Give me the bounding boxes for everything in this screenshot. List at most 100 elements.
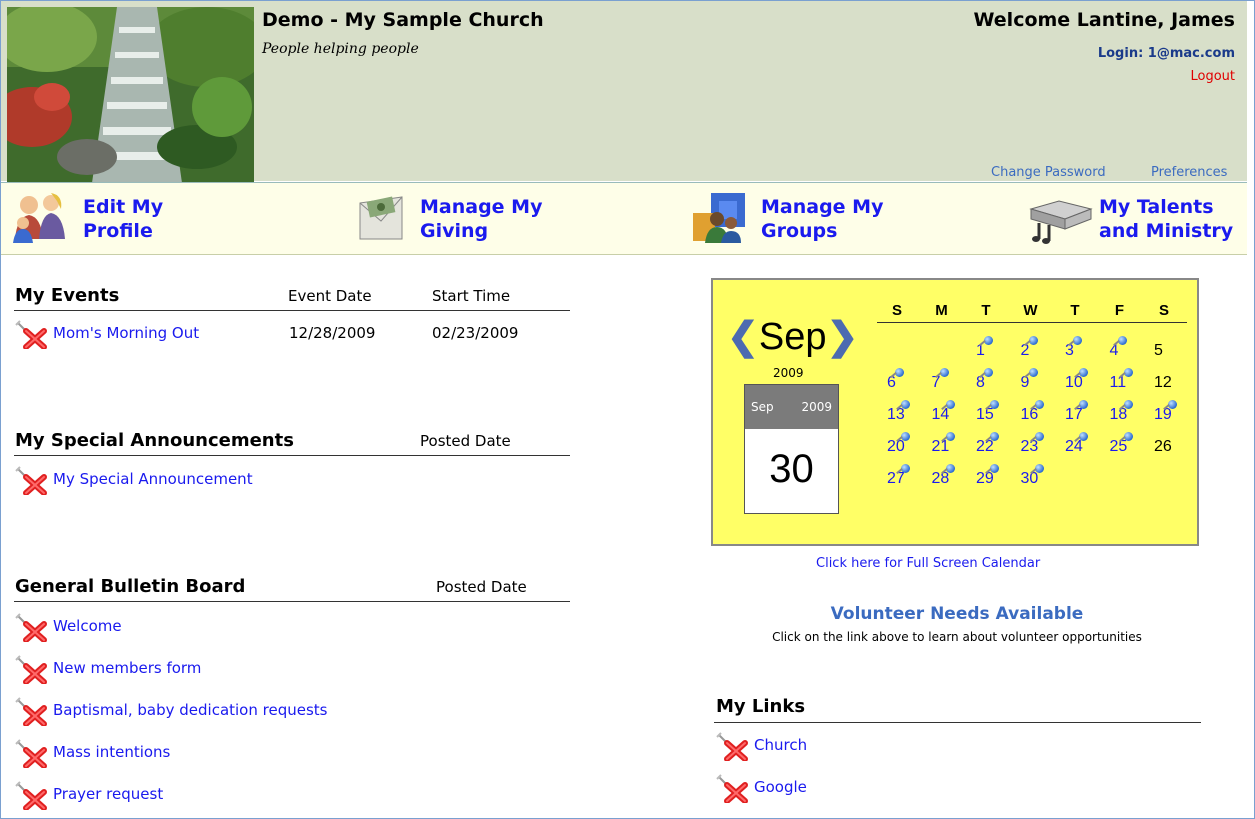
events-divider (14, 310, 570, 311)
list-item-link[interactable]: Google (754, 778, 807, 796)
event-pin-icon (984, 336, 993, 345)
day-of-week-header: W (1023, 302, 1038, 319)
start-time-header: Start Time (432, 287, 511, 305)
calendar-day-with-event[interactable]: 22 (970, 432, 1004, 458)
event-pin-icon (895, 368, 904, 377)
calendar-day[interactable]: 26 (1148, 434, 1182, 458)
money-envelope-icon (359, 196, 403, 240)
calendar-day-with-event[interactable]: 30 (1015, 464, 1049, 490)
nav-manage-groups[interactable]: Manage My Groups (691, 183, 911, 254)
nav-manage-giving-label: Manage My Giving (420, 196, 543, 242)
people-icon (13, 193, 65, 243)
nav-talents-ministry-label: My Talents and Ministry (1099, 196, 1234, 242)
calendar-day-with-event[interactable]: 4 (1104, 336, 1138, 362)
day-of-week-header: F (1114, 302, 1125, 319)
calendar-day-with-event[interactable]: 3 (1059, 336, 1093, 362)
tearoff-month: Sep (751, 400, 774, 414)
church-name: Demo - My Sample Church (262, 9, 544, 31)
calendar-day-with-event[interactable]: 27 (881, 464, 915, 490)
volunteer-needs-description: Click on the link above to learn about v… (772, 630, 1142, 644)
calendar-day-with-event[interactable]: 14 (926, 400, 960, 426)
list-item-link[interactable]: Prayer request (53, 785, 163, 803)
list-item-link[interactable]: Church (754, 736, 807, 754)
my-links-title: My Links (716, 696, 806, 717)
start-time-cell: 02/23/2009 (432, 324, 519, 342)
event-pin-icon (1028, 336, 1038, 345)
event-pin-icon (990, 400, 999, 409)
calendar-day-with-event[interactable]: 23 (1015, 432, 1049, 458)
event-pin-icon (1168, 400, 1177, 409)
calendar-day-with-event[interactable]: 24 (1059, 432, 1093, 458)
calendar-day-with-event[interactable]: 10 (1059, 368, 1093, 394)
event-pin-icon (1079, 368, 1088, 377)
event-pin-icon (1034, 400, 1044, 409)
calendar-day-number: 12 (1154, 374, 1172, 391)
list-item-link[interactable]: Baptismal, baby dedication requests (53, 701, 327, 719)
event-pin-icon (1117, 336, 1127, 345)
calendar-day-with-event[interactable]: 20 (881, 432, 915, 458)
delete-item-icon[interactable] (14, 654, 48, 685)
full-screen-calendar-link[interactable]: Click here for Full Screen Calendar (816, 556, 1040, 571)
delete-item-icon[interactable] (14, 612, 48, 643)
calendar-day-with-event[interactable]: 19 (1148, 400, 1182, 426)
logout-link[interactable]: Logout (1190, 69, 1235, 84)
calendar-day-with-event[interactable]: 11 (1104, 368, 1138, 394)
event-pin-icon (945, 400, 955, 409)
calendar-day-with-event[interactable]: 13 (881, 400, 915, 426)
nav-manage-giving[interactable]: Manage My Giving (356, 183, 576, 254)
nav-talents-ministry[interactable]: My Talents and Ministry (1029, 183, 1247, 254)
list-item-link[interactable]: My Special Announcement (53, 470, 253, 488)
volunteer-needs-link[interactable]: Volunteer Needs Available (716, 604, 1198, 624)
calendar-day-with-event[interactable]: 2 (1015, 336, 1049, 362)
nav-edit-profile-label: Edit My Profile (83, 196, 164, 242)
day-of-week-header: M (935, 302, 948, 319)
calendar-day[interactable]: 5 (1148, 338, 1182, 362)
next-month-arrow-icon[interactable]: ❯ (826, 316, 858, 358)
delete-item-icon[interactable] (14, 696, 48, 727)
event-pin-icon (1123, 368, 1133, 377)
delete-item-icon[interactable] (14, 465, 48, 496)
delete-item-icon[interactable] (14, 780, 48, 811)
delete-item-icon[interactable] (715, 731, 749, 762)
calendar-day-with-event[interactable]: 16 (1015, 400, 1049, 426)
calendar-day-with-event[interactable]: 28 (926, 464, 960, 490)
calendar-day-with-event[interactable]: 18 (1104, 400, 1138, 426)
calendar-day-with-event[interactable]: 9 (1015, 368, 1049, 394)
calendar-day-with-event[interactable]: 25 (1104, 432, 1138, 458)
list-item-link[interactable]: Mom's Morning Out (53, 324, 199, 342)
list-item-link[interactable]: Mass intentions (53, 743, 170, 761)
today-tearoff: Sep 2009 30 (744, 384, 839, 514)
calendar-day-with-event[interactable]: 15 (970, 400, 1004, 426)
event-pin-icon (1123, 400, 1133, 409)
calendar-day-with-event[interactable]: 21 (926, 432, 960, 458)
event-pin-icon (984, 368, 993, 377)
list-item-link[interactable]: New members form (53, 659, 201, 677)
change-password-link[interactable]: Change Password (991, 165, 1106, 180)
announcements-title: My Special Announcements (15, 430, 294, 451)
calendar-day-with-event[interactable]: 7 (926, 368, 960, 394)
bulletin-board-title: General Bulletin Board (15, 576, 246, 597)
calendar-day[interactable]: 12 (1148, 370, 1182, 394)
list-item-link[interactable]: Welcome (53, 617, 122, 635)
tearoff-year: 2009 (801, 400, 832, 414)
calendar-day-with-event[interactable]: 1 (970, 336, 1004, 362)
calendar-day-with-event[interactable]: 6 (881, 368, 915, 394)
nav-manage-groups-label: Manage My Groups (761, 196, 884, 242)
calendar-day-with-event[interactable]: 29 (970, 464, 1004, 490)
my-events-title: My Events (15, 285, 120, 306)
calendar-day-with-event[interactable]: 17 (1059, 400, 1093, 426)
event-pin-icon (990, 432, 999, 441)
prev-month-arrow-icon[interactable]: ❮ (727, 316, 759, 358)
calendar-day-with-event[interactable]: 8 (970, 368, 1004, 394)
nav-edit-profile[interactable]: Edit My Profile (7, 183, 177, 254)
preferences-link[interactable]: Preferences (1151, 165, 1227, 180)
delete-item-icon[interactable] (14, 319, 48, 350)
event-pin-icon (1079, 432, 1088, 441)
nav-bar: Edit My Profile Manage My Giving Manage My… (1, 182, 1247, 255)
delete-item-icon[interactable] (715, 773, 749, 804)
links-divider (714, 722, 1201, 723)
bulletin-divider (14, 601, 570, 602)
bulletin-posted-date-header: Posted Date (436, 578, 527, 596)
day-of-week-header: S (891, 302, 902, 319)
delete-item-icon[interactable] (14, 738, 48, 769)
